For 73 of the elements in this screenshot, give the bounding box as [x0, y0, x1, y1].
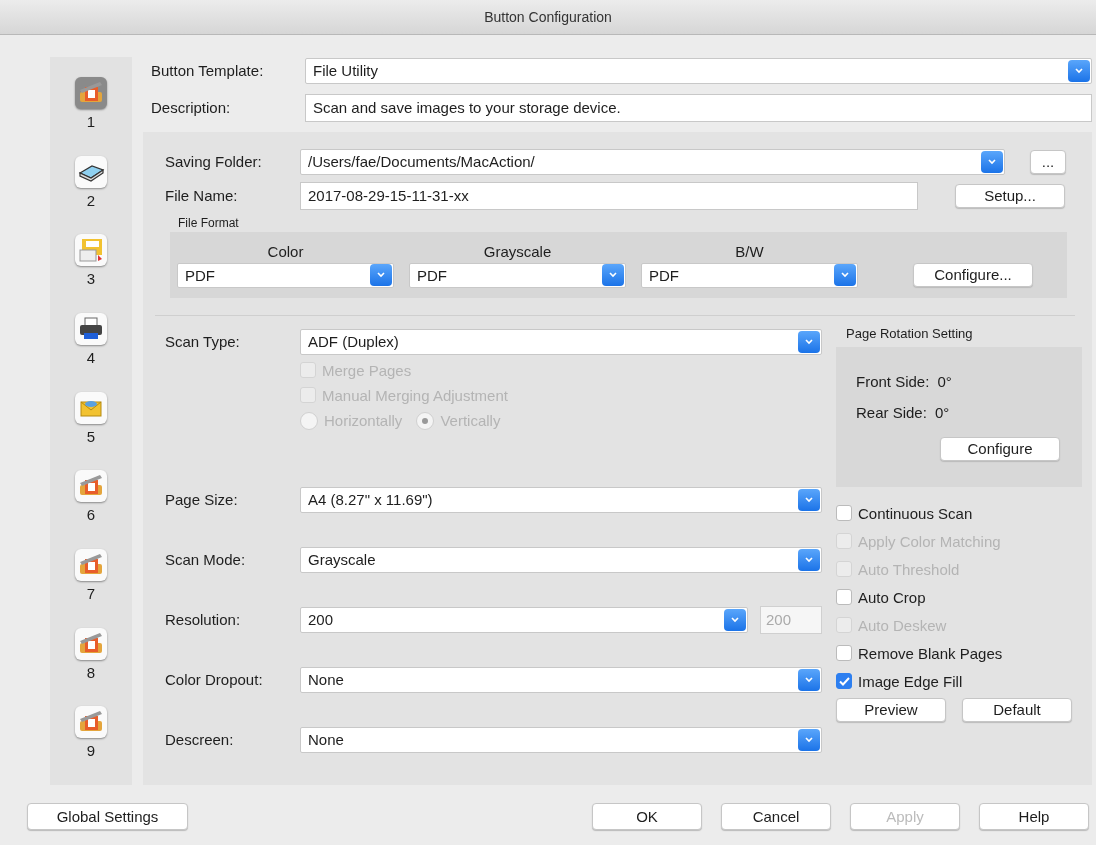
setting-dropdown[interactable]: None [300, 726, 822, 753]
configure-button[interactable]: Configure [940, 436, 1060, 461]
folder-dropdown[interactable]: /Users/fae/Documents/MacAction/ [300, 148, 1005, 175]
column-label: Grayscale [482, 242, 553, 260]
column-label: Color [266, 242, 305, 260]
chevron-icon [798, 330, 820, 353]
sidebar-item-label: 7 [86, 585, 96, 603]
chevron-icon [981, 150, 1003, 173]
checkbox-label: Remove Blank Pages [858, 644, 1003, 662]
checkbox[interactable] [836, 645, 852, 662]
sidebar-item-label: 8 [86, 663, 96, 681]
dialog-button[interactable]: Help [979, 803, 1089, 830]
field-label: Description: [151, 99, 232, 117]
chevron-icon [370, 264, 392, 287]
sidebar-item-label: 1 [86, 113, 96, 130]
checkbox[interactable] [836, 505, 852, 522]
chevron-icon [798, 488, 820, 511]
rotation-value: 0° [937, 372, 952, 390]
field-label: Saving Folder: [165, 153, 263, 171]
description-field[interactable]: Scan and save images to your storage device. [305, 93, 1092, 122]
setting-dropdown[interactable]: Grayscale [300, 546, 822, 573]
template-dropdown[interactable]: File Utility [305, 57, 1092, 84]
rotation-value: 0° [934, 403, 950, 421]
chevron-icon [798, 728, 820, 751]
checkbox[interactable] [836, 673, 852, 690]
global-settings-button[interactable]: Global Settings [27, 803, 188, 830]
field-label: Scan Type: [165, 333, 241, 351]
chevron-icon [724, 608, 746, 631]
sidebar-item-label: 3 [86, 270, 96, 288]
field-label: Button Template: [151, 62, 265, 80]
panel-button[interactable]: Default [962, 697, 1072, 722]
sidebar-item-label: 4 [86, 349, 96, 366]
chevron-icon [602, 264, 624, 287]
field-label: Descreen: [165, 731, 235, 749]
scan-type-dropdown[interactable]: ADF (Duplex) [300, 328, 822, 355]
window-title: Button Configuration [484, 9, 612, 25]
setting-dropdown[interactable]: None [300, 666, 822, 693]
rotation-label: Rear Side: [856, 403, 927, 421]
group-title: File Format [178, 215, 240, 230]
field-label: Resolution: [165, 611, 242, 629]
checkbox-label: Continuous Scan [858, 504, 973, 522]
column-label: B/W [734, 242, 765, 260]
checkbox[interactable] [836, 589, 852, 606]
dialog-button[interactable]: Cancel [721, 803, 831, 830]
configure-button[interactable]: Configure... [913, 262, 1033, 287]
sidebar-item-label: 2 [86, 191, 96, 209]
format-dropdown[interactable]: PDF [177, 262, 394, 288]
field-label: Scan Mode: [165, 551, 247, 569]
checkbox-label: Image Edge Fill [858, 672, 963, 690]
field-label: File Name: [165, 187, 239, 205]
sidebar-button-icon[interactable] [75, 313, 107, 345]
rotation-label: Front Side: [856, 372, 930, 390]
sidebar-item-label: 6 [86, 506, 96, 524]
setup-button[interactable]: Setup... [955, 183, 1065, 208]
sidebar-item-label: 5 [86, 427, 96, 445]
chevron-icon [834, 264, 856, 287]
setting-dropdown[interactable]: A4 (8.27" x 11.69") [300, 486, 822, 513]
file-name-field[interactable]: 2017-08-29-15-11-31-xx [300, 181, 918, 210]
chevron-icon [1068, 59, 1090, 82]
dialog-button[interactable]: OK [592, 803, 702, 830]
sidebar-item-label: 9 [86, 742, 96, 760]
field-label: Page Size: [165, 491, 239, 509]
panel-button[interactable]: Preview [836, 697, 946, 722]
format-dropdown[interactable]: PDF [641, 262, 858, 288]
group-title: Page Rotation Setting [846, 325, 974, 341]
format-dropdown[interactable]: PDF [409, 262, 626, 288]
checkbox-label: Auto Crop [858, 588, 926, 606]
chevron-icon [798, 548, 820, 571]
sidebar-button-icon[interactable] [75, 155, 107, 188]
field-label: Color Dropout: [165, 671, 264, 689]
setting-dropdown[interactable]: 200 [300, 606, 748, 633]
chevron-icon [798, 668, 820, 691]
browse-button[interactable]: ... [1030, 149, 1066, 174]
